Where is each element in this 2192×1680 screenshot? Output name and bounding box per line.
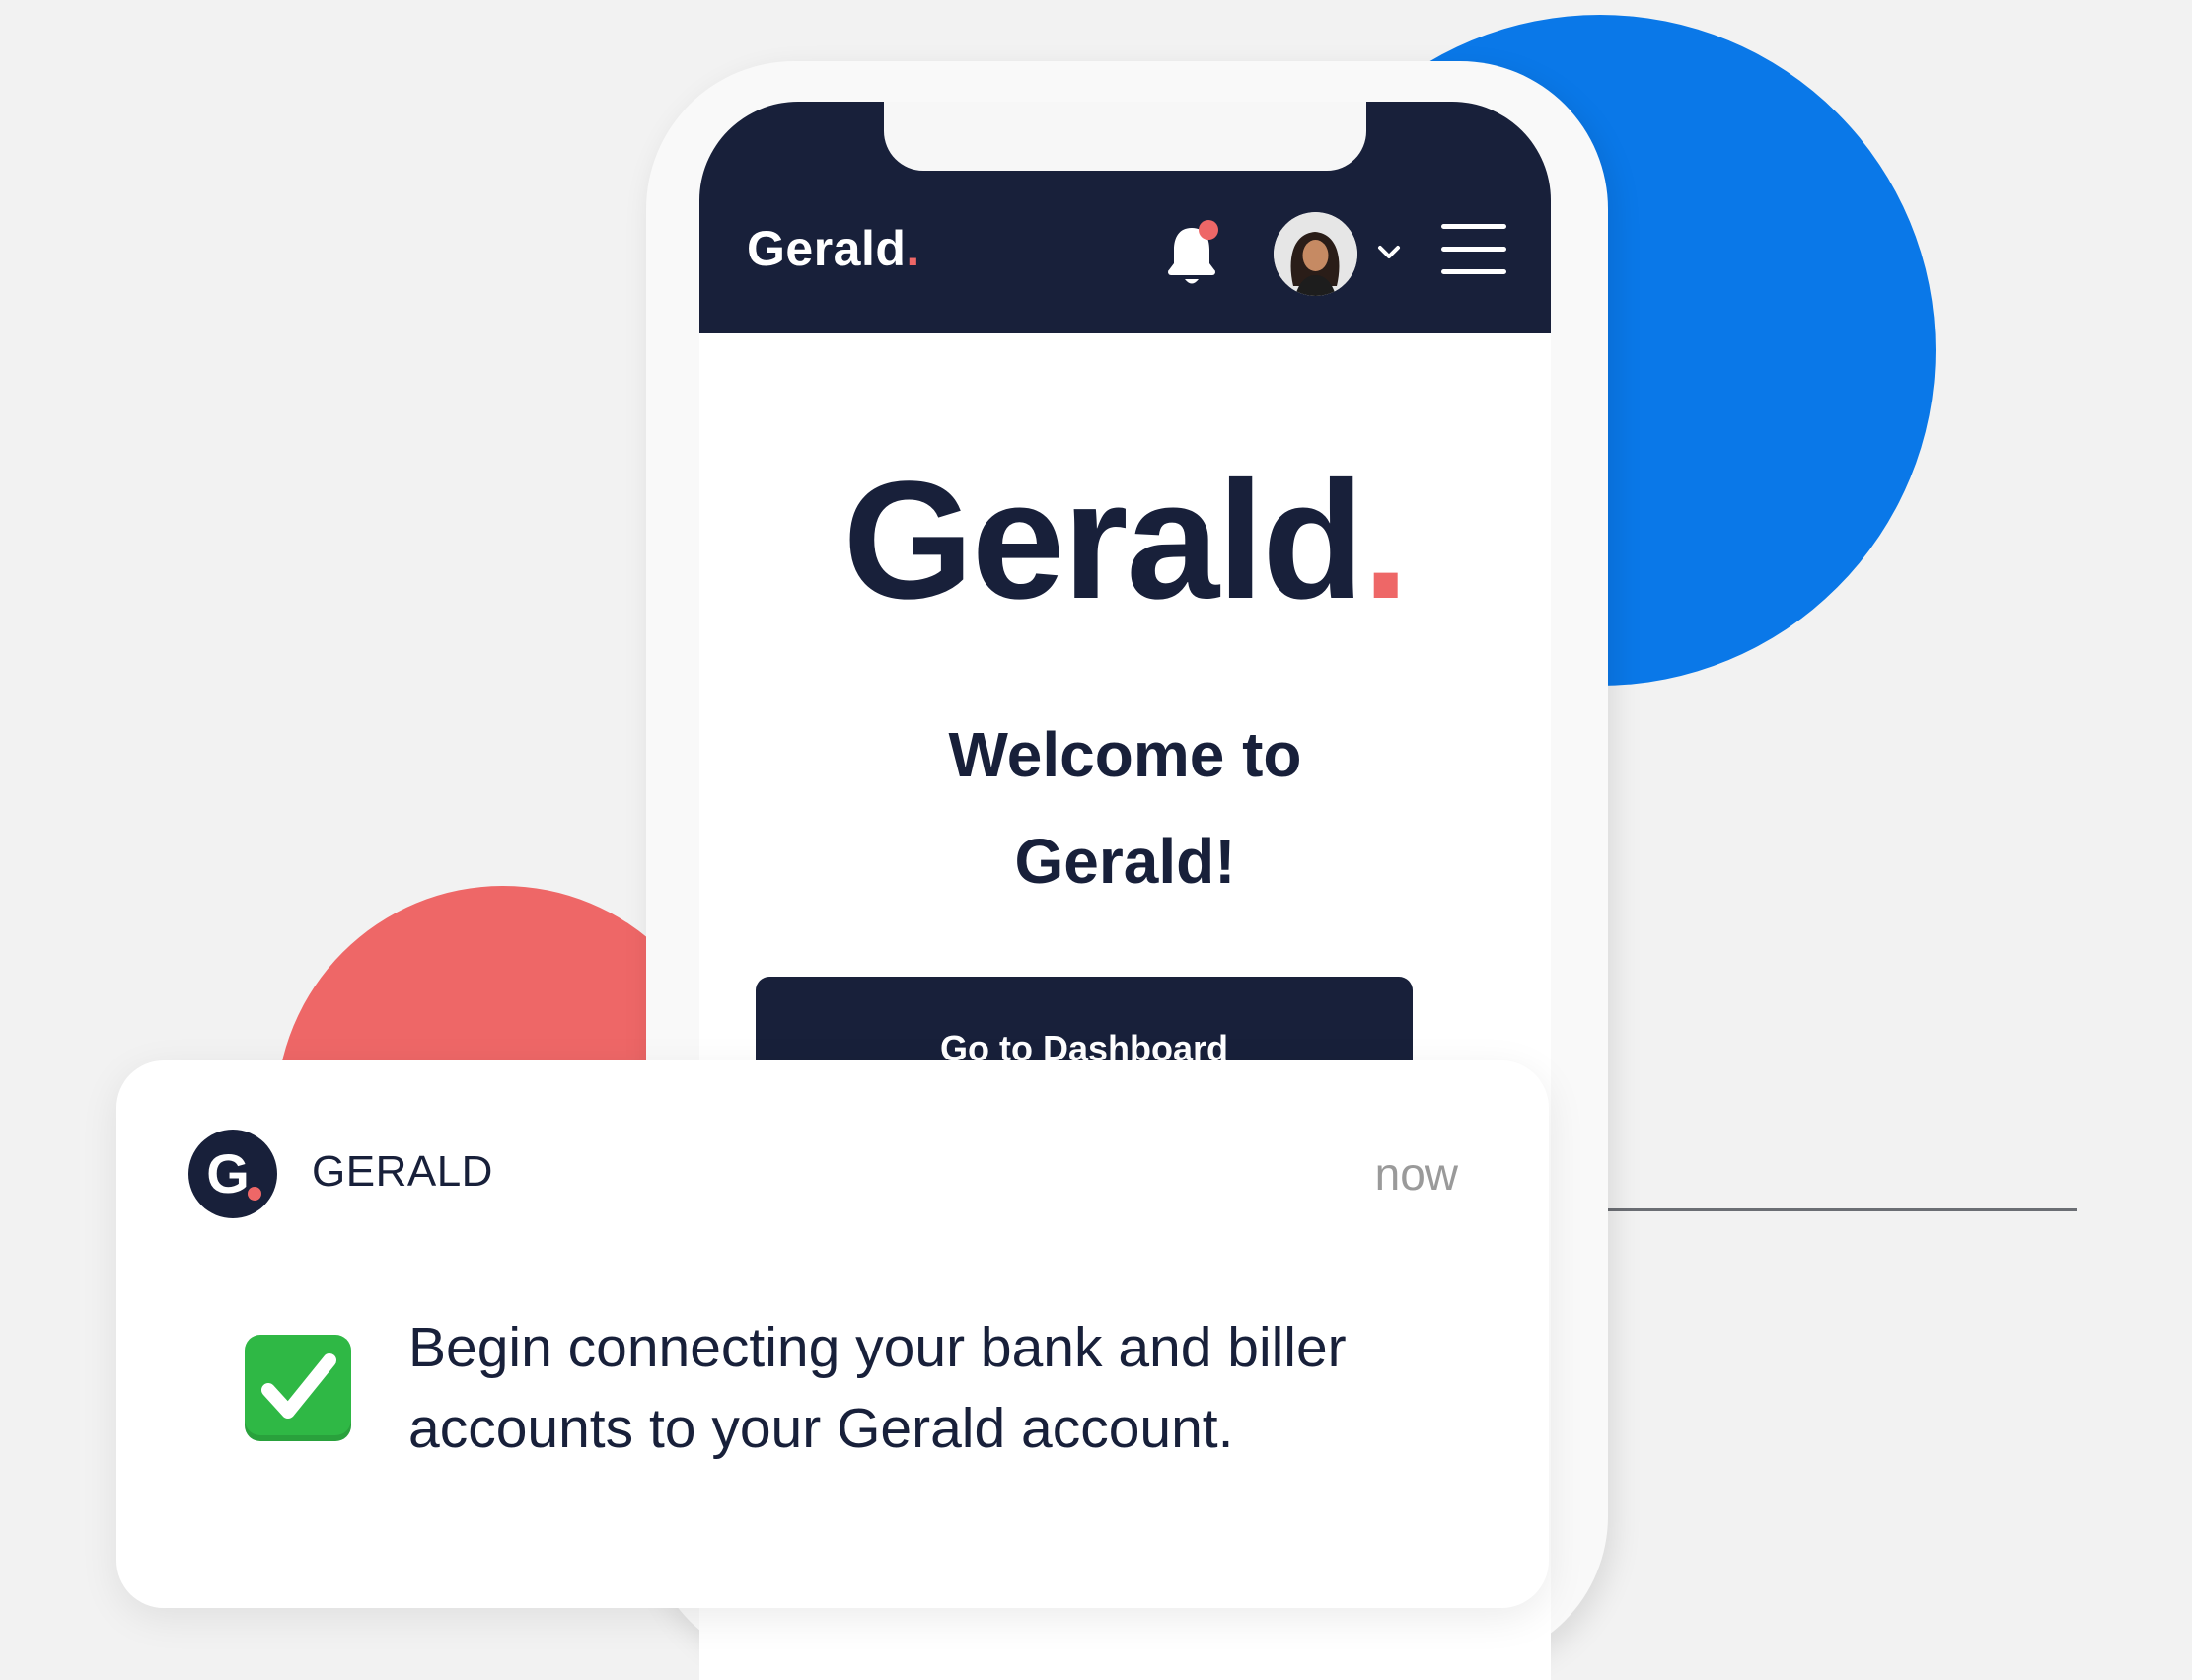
chevron-down-icon [1378, 246, 1400, 258]
hamburger-menu-icon [1441, 224, 1506, 274]
brand-logo: Gerald. [699, 457, 1551, 624]
push-notification[interactable]: G GERALD now Begin connecting your bank … [116, 1060, 1549, 1608]
app-icon-dot [248, 1187, 261, 1201]
unread-badge [1199, 220, 1218, 240]
header-logo-text: Gerald [747, 221, 907, 276]
brand-logo-text: Gerald [842, 447, 1365, 634]
bell-icon [1168, 220, 1218, 284]
avatar [1274, 212, 1357, 296]
decorative-line [1539, 1208, 2077, 1211]
menu-button[interactable] [1439, 220, 1508, 279]
header-logo-dot: . [906, 221, 920, 276]
app-icon: G [188, 1130, 277, 1218]
app-header: Gerald. [699, 102, 1551, 333]
header-logo[interactable]: Gerald. [747, 220, 920, 277]
phone-notch [884, 102, 1366, 171]
welcome-line-2: Gerald! [1014, 826, 1236, 897]
notifications-button[interactable] [1163, 220, 1224, 289]
welcome-line-1: Welcome to [948, 719, 1302, 790]
app-icon-letter: G [206, 1142, 250, 1205]
brand-logo-dot: . [1362, 447, 1409, 634]
notification-app-name: GERALD [312, 1147, 493, 1196]
notification-message: Begin connecting your bank and biller ac… [408, 1316, 1347, 1460]
check-mark-icon [245, 1335, 351, 1441]
welcome-heading: Welcome to Gerald! [699, 701, 1551, 914]
notification-time: now [1374, 1148, 1458, 1200]
profile-menu-button[interactable] [1274, 212, 1402, 301]
